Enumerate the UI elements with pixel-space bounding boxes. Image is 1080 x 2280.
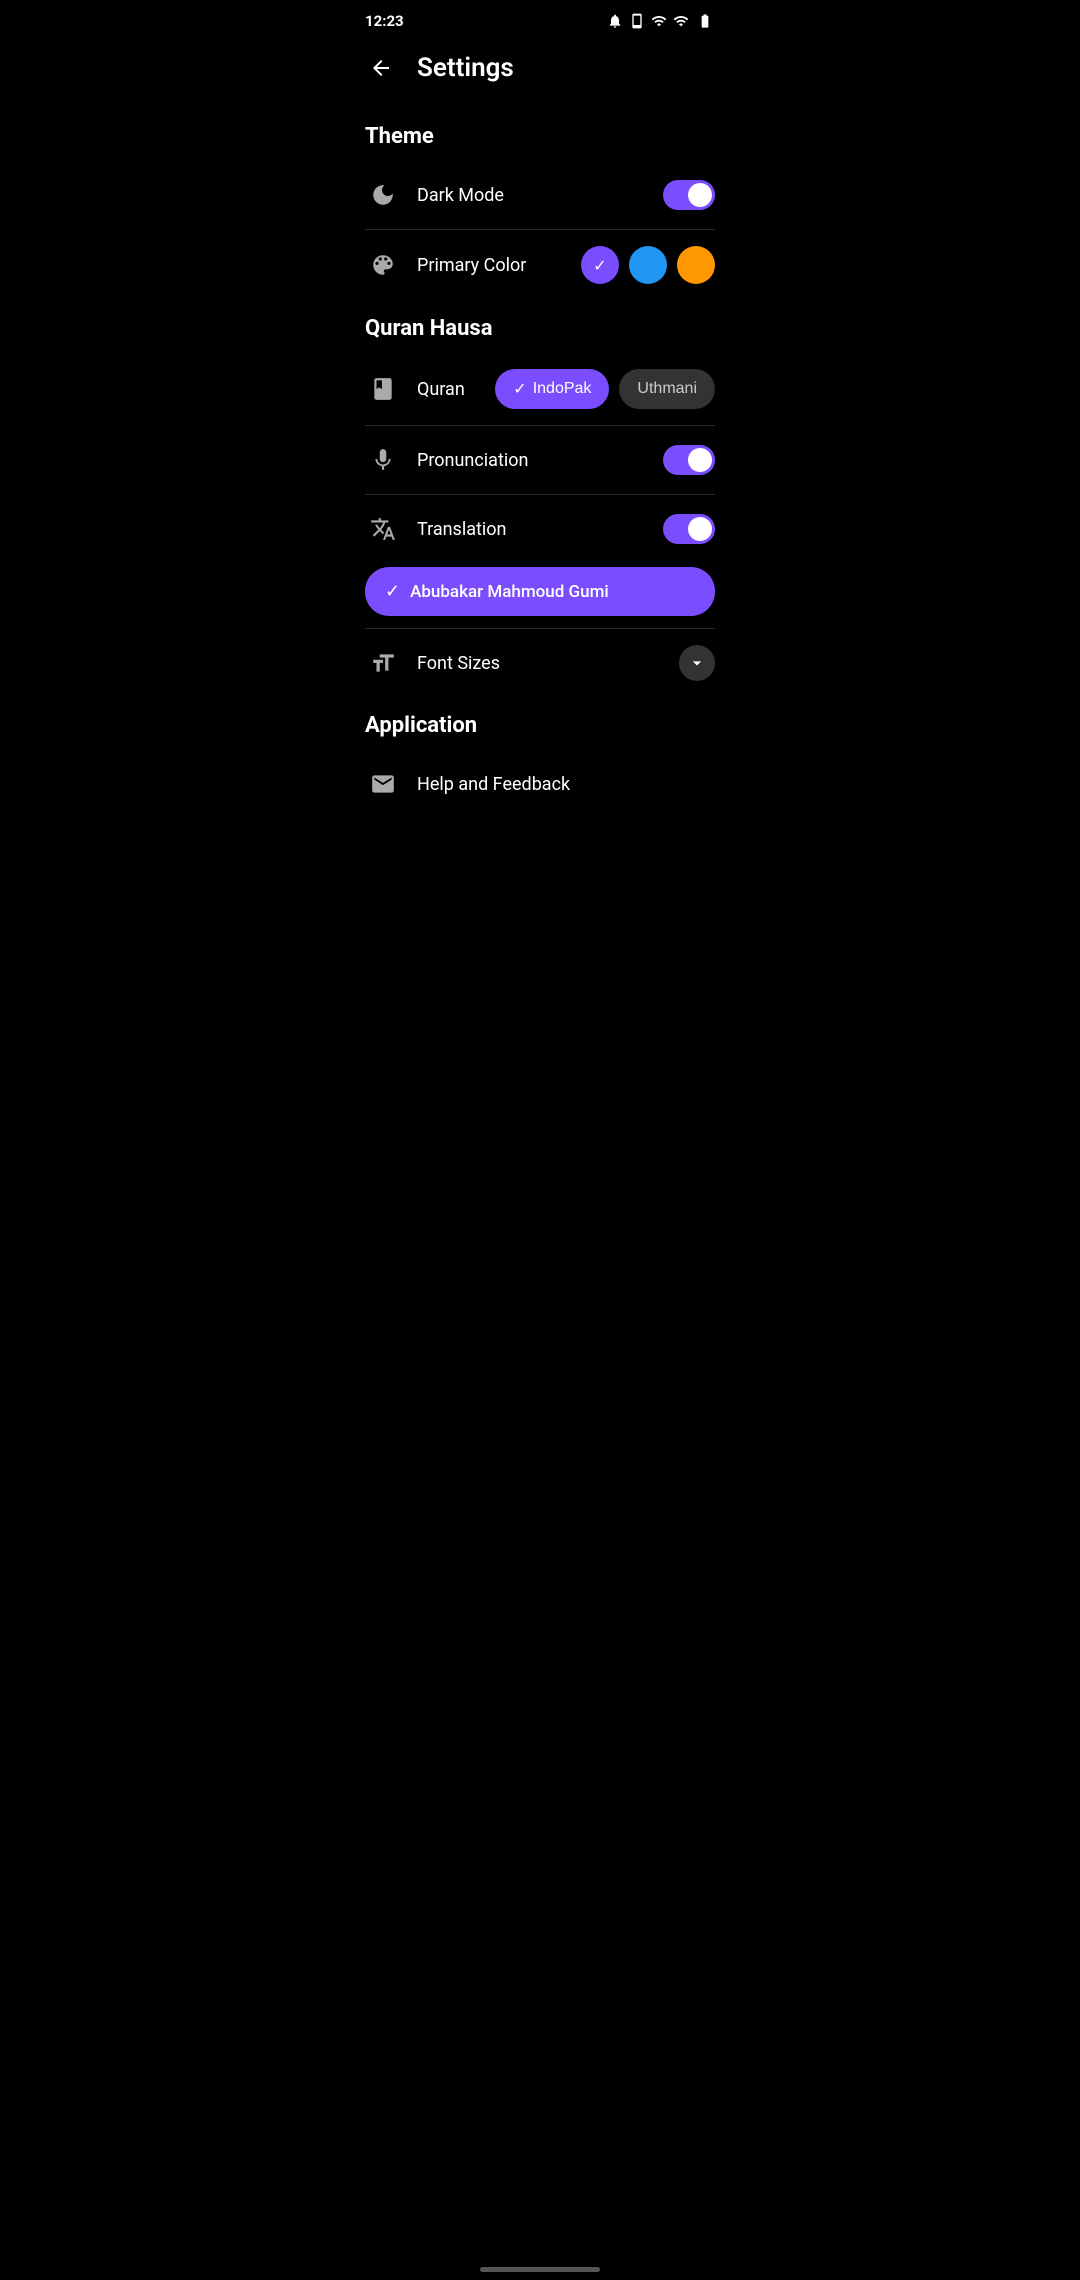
primary-color-row[interactable]: Primary Color ✓ [345,230,735,300]
dark-mode-row[interactable]: Dark Mode [345,161,735,229]
translation-icon [365,511,401,547]
font-sizes-icon [365,645,401,681]
help-feedback-icon [365,766,401,802]
uthmani-label: Uthmani [637,380,697,397]
status-time: 12:23 [365,12,404,30]
home-indicator [480,2267,600,2272]
font-sizes-label: Font Sizes [417,653,663,674]
notification-icon [607,13,623,29]
quran-row[interactable]: Quran ✓ IndoPak Uthmani [345,353,735,425]
quran-label: Quran [417,379,479,400]
wifi-icon [673,13,689,29]
pronunciation-toggle[interactable] [663,445,715,475]
primary-color-icon [365,247,401,283]
application-section: Application Help and Feedback [345,697,735,818]
header: Settings [345,38,735,108]
battery-icon [695,13,715,29]
purple-check-icon: ✓ [593,256,606,275]
translation-toggle-thumb [688,517,712,541]
color-options: ✓ [581,246,715,284]
indopak-label: IndoPak [533,380,592,398]
dark-mode-label: Dark Mode [417,185,647,206]
quran-btn-uthmani[interactable]: Uthmani [619,369,715,409]
quran-hausa-section-label: Quran Hausa [345,300,735,353]
dark-mode-icon [365,177,401,213]
translation-selector[interactable]: ✓ Abubakar Mahmoud Gumi [365,567,715,616]
primary-color-label: Primary Color [417,255,565,276]
theme-section: Theme Dark Mode Primary Color ✓ [345,108,735,300]
help-feedback-label: Help and Feedback [417,774,715,795]
back-button[interactable] [361,48,401,88]
translation-toggle[interactable] [663,514,715,544]
dark-mode-toggle-thumb [688,183,712,207]
theme-section-label: Theme [345,108,735,161]
help-feedback-row[interactable]: Help and Feedback [345,750,735,818]
page-title: Settings [417,53,514,83]
quran-btn-indopak[interactable]: ✓ IndoPak [495,369,609,409]
translation-selector-check: ✓ [385,581,400,602]
quran-icon [365,371,401,407]
quran-hausa-section: Quran Hausa Quran ✓ IndoPak Uthmani Pron… [345,300,735,697]
portrait-icon [629,13,645,29]
status-bar: 12:23 [345,0,735,38]
color-orange[interactable] [677,246,715,284]
indopak-check-icon: ✓ [513,379,526,399]
pronunciation-row[interactable]: Pronunciation [345,426,735,494]
translation-label: Translation [417,519,647,540]
color-blue[interactable] [629,246,667,284]
pronunciation-icon [365,442,401,478]
font-sizes-row[interactable]: Font Sizes [345,629,735,697]
signal-icon [651,13,667,29]
translation-row[interactable]: Translation [345,495,735,563]
font-sizes-dropdown-icon[interactable] [679,645,715,681]
quran-buttons: ✓ IndoPak Uthmani [495,369,715,409]
translation-selector-text: Abubakar Mahmoud Gumi [410,582,609,602]
application-section-label: Application [345,697,735,750]
status-icons [607,13,715,29]
pronunciation-toggle-thumb [688,448,712,472]
color-purple[interactable]: ✓ [581,246,619,284]
pronunciation-label: Pronunciation [417,450,647,471]
dark-mode-toggle[interactable] [663,180,715,210]
